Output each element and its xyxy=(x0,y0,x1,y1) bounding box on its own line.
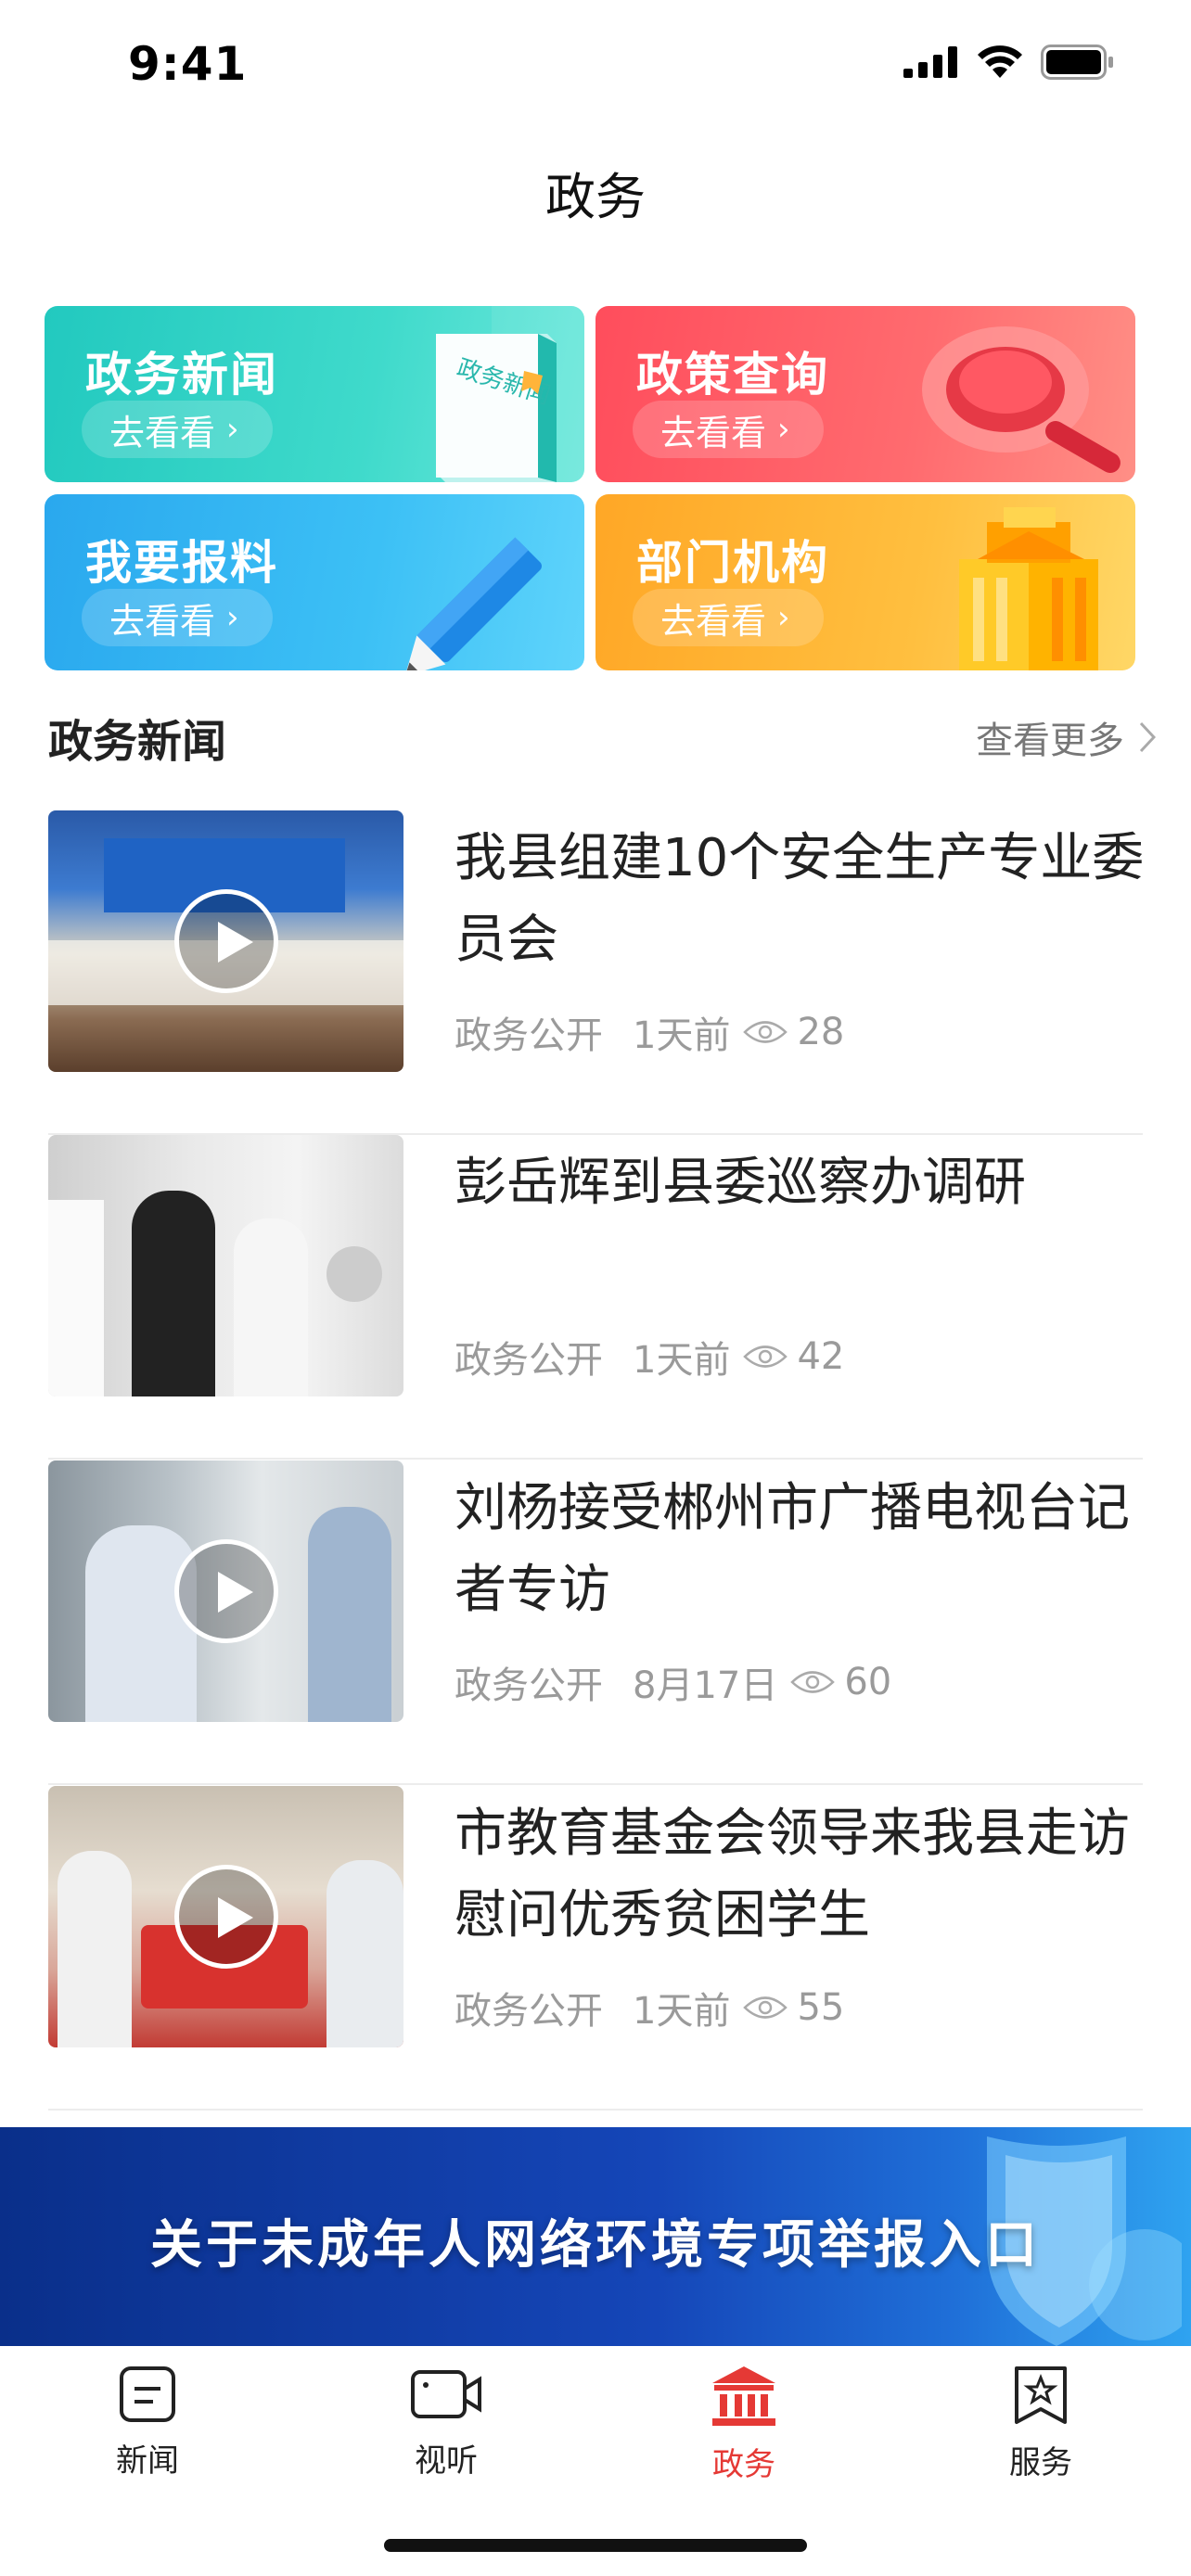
video-camera-icon xyxy=(411,2370,481,2418)
news-thumbnail xyxy=(48,1460,403,1722)
status-icons xyxy=(903,45,1115,80)
news-thumbnail xyxy=(48,1786,403,2047)
section-title: 政务新闻 xyxy=(48,716,227,768)
bookmark-star-icon xyxy=(1015,2366,1067,2424)
tile-go-button[interactable]: 去看看 › xyxy=(633,589,824,646)
play-icon xyxy=(173,889,278,993)
banner-text: 关于未成年人网络环境专项举报入口 xyxy=(150,2215,1041,2276)
signal-icon xyxy=(903,46,957,78)
home-indicator[interactable] xyxy=(384,2539,807,2552)
tile-report[interactable]: 我要报料 去看看 › xyxy=(45,494,584,670)
chevron-right-icon xyxy=(1139,721,1156,753)
building-illustration xyxy=(959,507,1098,670)
chevron-right-icon: › xyxy=(777,411,790,448)
go-label: 去看看 xyxy=(660,600,767,642)
news-time: 1天前 xyxy=(633,1339,731,1382)
tile-go-button[interactable]: 去看看 › xyxy=(633,401,824,458)
news-title: 我县组建10个安全生产专业委员会 xyxy=(455,828,1145,970)
news-category: 政务公开 xyxy=(455,1014,603,1057)
news-item[interactable]: 彭岳辉到县委巡察办调研 政务公开 1天前 42 xyxy=(48,1135,1143,1460)
go-label: 去看看 xyxy=(660,412,767,453)
magnifier-illustration xyxy=(922,326,1121,474)
tile-title: 部门机构 xyxy=(636,536,829,590)
tab-video[interactable]: 视听 xyxy=(353,2365,539,2480)
news-time: 1天前 xyxy=(633,1990,731,2033)
news-thumbnail xyxy=(48,1135,403,1396)
news-item[interactable]: 我县组建10个安全生产专业委员会 政务公开 1天前 28 xyxy=(48,810,1144,1135)
news-views: 60 xyxy=(844,1661,892,1703)
tab-label: 视听 xyxy=(415,2442,478,2480)
see-more-link[interactable]: 查看更多 xyxy=(976,710,1156,764)
book-illustration: 政务新闻 xyxy=(436,306,584,482)
news-meta: 政务公开 1天前 42 xyxy=(455,1330,844,1384)
tile-go-button[interactable]: 去看看 › xyxy=(82,589,273,646)
news-meta: 政务公开 8月17日 60 xyxy=(455,1655,891,1709)
pencil-illustration xyxy=(404,537,542,670)
news-thumbnail xyxy=(48,810,403,1072)
news-meta: 政务公开 1天前 28 xyxy=(455,1005,844,1059)
tile-title: 政策查询 xyxy=(636,348,829,402)
chevron-right-icon: › xyxy=(226,599,239,636)
news-title: 彭岳辉到县委巡察办调研 xyxy=(455,1153,1026,1213)
divider xyxy=(48,1783,1143,1785)
government-building-icon xyxy=(712,2366,775,2426)
go-label: 去看看 xyxy=(109,412,216,453)
eye-icon xyxy=(743,1345,788,1368)
news-title: 刘杨接受郴州市广播电视台记者专访 xyxy=(455,1478,1130,1620)
news-category: 政务公开 xyxy=(455,1339,603,1382)
tab-label: 服务 xyxy=(1009,2444,1072,2481)
tile-departments[interactable]: 部门机构 去看看 › xyxy=(596,494,1135,670)
tab-government[interactable]: 政务 xyxy=(651,2365,837,2484)
battery-icon xyxy=(1041,45,1113,80)
news-views: 55 xyxy=(797,1986,845,2029)
tab-label: 新闻 xyxy=(116,2442,179,2480)
divider xyxy=(48,1458,1143,1460)
news-item[interactable]: 刘杨接受郴州市广播电视台记者专访 政务公开 8月17日 60 xyxy=(48,1460,1143,1785)
news-time: 1天前 xyxy=(633,1014,731,1057)
go-label: 去看看 xyxy=(109,600,216,642)
news-category: 政务公开 xyxy=(455,1664,603,1707)
play-icon xyxy=(173,1539,278,1643)
tile-title: 我要报料 xyxy=(85,536,278,590)
news-item[interactable]: 市教育基金会领导来我县走访慰问优秀贫困学生 政务公开 1天前 55 xyxy=(48,1786,1143,2111)
status-time: 9:41 xyxy=(128,37,248,91)
news-meta: 政务公开 1天前 55 xyxy=(455,1981,844,2034)
chevron-right-icon: › xyxy=(226,411,239,448)
chevron-right-icon: › xyxy=(777,599,790,636)
tile-title: 政务新闻 xyxy=(85,348,278,402)
tile-government-news[interactable]: 政务新闻 政务新闻 去看看 › xyxy=(45,306,584,482)
news-time: 8月17日 xyxy=(633,1664,778,1707)
tab-services[interactable]: 服务 xyxy=(948,2365,1133,2482)
news-category: 政务公开 xyxy=(455,1990,603,2033)
tab-label: 政务 xyxy=(712,2446,775,2483)
report-banner[interactable]: 关于未成年人网络环境专项举报入口 xyxy=(0,2127,1191,2346)
news-title: 市教育基金会领导来我县走访慰问优秀贫困学生 xyxy=(455,1804,1130,1945)
eye-icon xyxy=(743,1021,788,1043)
news-icon xyxy=(120,2366,175,2422)
tile-go-button[interactable]: 去看看 › xyxy=(82,401,273,458)
eye-icon xyxy=(790,1671,836,1693)
wifi-icon xyxy=(978,45,1022,78)
eye-icon xyxy=(743,1996,788,2019)
divider xyxy=(48,2109,1143,2111)
tab-news[interactable]: 新闻 xyxy=(55,2365,240,2480)
tile-policy-query[interactable]: 政策查询 去看看 › xyxy=(596,306,1135,482)
news-views: 42 xyxy=(797,1335,845,1378)
see-more-label: 查看更多 xyxy=(976,720,1124,762)
news-views: 28 xyxy=(797,1011,845,1053)
play-icon xyxy=(173,1865,278,1969)
page-title: 政务 xyxy=(545,168,646,226)
